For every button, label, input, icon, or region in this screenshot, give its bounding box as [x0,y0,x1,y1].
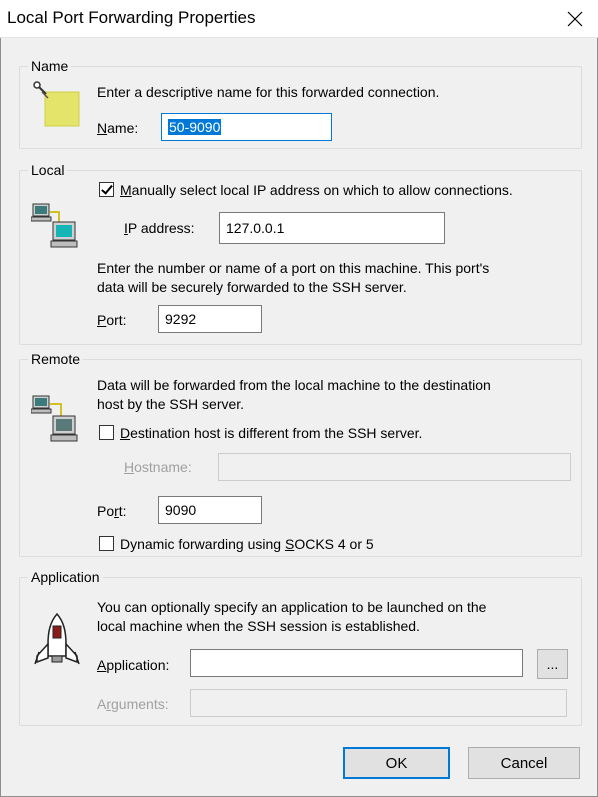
arguments-label: Arguments: [97,694,169,714]
arguments-label-a: A [97,696,107,712]
close-button[interactable] [552,0,598,38]
browse-button-label: ... [546,656,559,672]
remote-computer-icon [31,395,78,442]
arguments-input[interactable] [190,689,567,717]
remote-port-label: Port: [97,501,127,521]
browse-button[interactable]: ... [537,649,568,679]
socks-access-key: S [284,536,295,552]
hostname-label: Hostname: [124,457,192,477]
socks-checkbox-label[interactable]: Dynamic forwarding using SOCKS 4 or 5 [120,534,374,554]
cancel-button-label: Cancel [500,754,548,772]
name-input[interactable]: 50-9090 [161,113,332,141]
title-bar: Local Port Forwarding Properties [0,0,598,38]
rocket-icon [34,612,80,665]
socks-label-b: OCKS 4 or 5 [294,536,374,552]
application-group-legend: Application [28,568,103,586]
remote-port-value: 9090 [165,502,197,518]
local-group-legend: Local [28,161,68,179]
destination-label-rest: estination host is different from the SS… [130,425,423,441]
destination-access-key: D [120,425,131,441]
name-label-rest: ame: [107,120,139,136]
close-icon [567,11,583,27]
ip-label-rest: P address: [127,220,195,236]
local-port-value: 9292 [165,311,197,327]
name-label-access-key: N [97,120,108,136]
application-label-rest: pplication: [106,657,170,673]
socks-checkbox[interactable] [99,536,114,551]
manual-ip-checkbox[interactable] [99,182,114,197]
hostname-input[interactable] [218,453,571,481]
application-access-key: A [97,657,107,673]
hostname-access-key: H [124,459,135,475]
application-label: Application: [97,655,169,675]
pin-note-icon [33,81,80,127]
remote-port-label-a: Po [97,503,115,519]
local-description-line2: data will be securely forwarded to the S… [97,279,407,295]
manual-ip-access-key: M [120,182,132,198]
computer-icon [31,203,78,248]
remote-description-line2: host by the SSH server. [97,396,245,412]
ok-button-label: OK [385,754,408,772]
local-port-label: Port: [97,310,127,330]
local-port-input[interactable]: 9292 [158,305,262,333]
application-input[interactable] [190,649,523,677]
manual-ip-checkbox-label[interactable]: Manually select local IP address on whic… [120,180,513,200]
name-label: Name: [97,118,138,138]
ip-address-input[interactable]: 127.0.0.1 [219,212,445,244]
manual-ip-label-rest: anually select local IP address on which… [131,182,513,198]
application-description-line1: You can optionally specify an applicatio… [97,599,487,615]
remote-group-legend: Remote [28,350,84,368]
destination-host-checkbox-label[interactable]: Destination host is different from the S… [120,423,422,443]
application-description-line2: local machine when the SSH session is es… [97,618,420,634]
ok-button[interactable]: OK [343,747,450,779]
destination-host-checkbox[interactable] [99,425,114,440]
name-input-value: 50-9090 [168,119,222,135]
ip-address-value: 127.0.0.1 [226,220,285,236]
remote-description-line1: Data will be forwarded from the local ma… [97,377,491,393]
hostname-label-rest: ostname: [134,459,192,475]
local-port-access-key: P [97,312,107,328]
local-description-line1: Enter the number or name of a port on th… [97,260,490,276]
cancel-button[interactable]: Cancel [468,747,580,779]
remote-port-input[interactable]: 9090 [158,496,262,524]
ip-address-label: IP address: [124,218,195,238]
name-group-legend: Name [28,57,72,75]
remote-port-label-b: t: [118,503,127,519]
socks-label-a: Dynamic forwarding using [120,536,285,552]
local-port-label-rest: ort: [106,312,127,328]
name-description: Enter a descriptive name for this forwar… [97,84,440,100]
window-title: Local Port Forwarding Properties [7,8,256,27]
arguments-label-b: guments: [111,696,169,712]
